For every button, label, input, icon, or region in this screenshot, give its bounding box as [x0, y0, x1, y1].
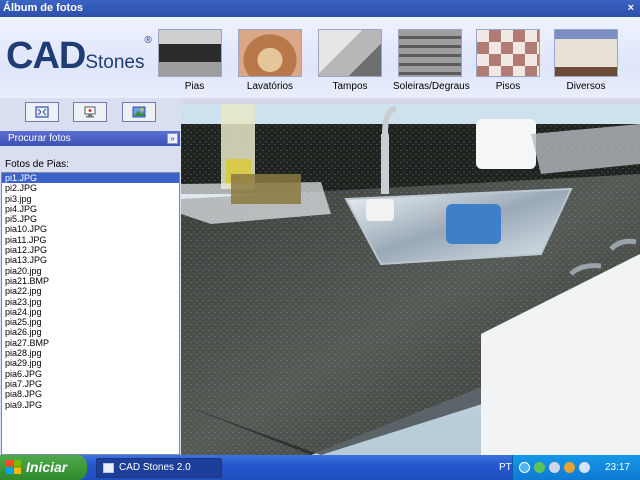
floor-thumbnail — [476, 29, 540, 77]
sink-photo — [181, 104, 640, 455]
search-photos-label: Procurar fotos — [8, 133, 71, 144]
file-list-item[interactable]: pia22.jpg — [2, 286, 179, 296]
clock: 23:17 — [604, 462, 630, 473]
file-list-item[interactable]: pia29.jpg — [2, 358, 179, 368]
file-list-item[interactable]: pia23.jpg — [2, 297, 179, 307]
category-pias[interactable]: Pias — [157, 29, 223, 92]
file-list-item[interactable]: pi4.JPG — [2, 204, 179, 214]
taskbar-item-cadstones[interactable]: CAD Stones 2.0 — [96, 458, 222, 478]
misc-thumbnail — [554, 29, 618, 77]
file-list-item[interactable]: pia28.jpg — [2, 348, 179, 358]
file-list-title: Fotos de Pias: — [5, 159, 69, 170]
app-window-icon — [103, 463, 114, 473]
save-image-icon — [132, 106, 146, 118]
language-indicator[interactable]: PT — [499, 455, 512, 480]
file-list-item[interactable]: pia8.JPG — [2, 389, 179, 399]
file-list-item[interactable]: pia20.jpg — [2, 266, 179, 276]
file-list-item[interactable]: pia25.jpg — [2, 317, 179, 327]
category-lavatorios[interactable]: Lavatórios — [237, 29, 303, 92]
photo-preview — [181, 104, 640, 455]
start-button[interactable]: Iniciar — [0, 455, 87, 480]
monitor-button[interactable] — [73, 102, 107, 122]
update-icon[interactable] — [564, 462, 575, 473]
system-tray: PT 23:17 — [499, 455, 640, 480]
cadstones-logo: CADStones ® — [6, 35, 152, 77]
file-list-item[interactable]: pia13.JPG — [2, 255, 179, 265]
category-soleiras[interactable]: Soleiras/Degraus — [393, 29, 470, 92]
file-list-item[interactable]: pia11.JPG — [2, 235, 179, 245]
category-label: Soleiras/Degraus — [393, 81, 470, 92]
close-icon[interactable]: × — [628, 0, 634, 17]
network-icon[interactable] — [519, 462, 530, 473]
connection-icon[interactable] — [549, 462, 560, 473]
file-list[interactable]: pi1.JPG pi2.JPG pi3.jpg pi4.JPG pi5.JPG pia10… — [1, 172, 180, 455]
file-list-item[interactable]: pia12.JPG — [2, 245, 179, 255]
category-label: Tampos — [332, 81, 368, 92]
file-list-item[interactable]: pia9.JPG — [2, 400, 179, 410]
save-image-button[interactable] — [122, 102, 156, 122]
left-panel: Procurar fotos » Fotos de Pias: pi1.JPG p… — [0, 98, 181, 455]
file-list-item[interactable]: pia26.jpg — [2, 327, 179, 337]
security-icon[interactable] — [534, 462, 545, 473]
category-diversos[interactable]: Diversos — [553, 29, 619, 92]
logo-main: CAD — [6, 35, 86, 77]
category-label: Pisos — [495, 81, 521, 92]
logo-registered: ® — [144, 35, 152, 46]
file-list-item[interactable]: pi2.JPG — [2, 183, 179, 193]
volume-icon[interactable] — [579, 462, 590, 473]
windows-logo-icon — [6, 460, 21, 474]
taskbar: Iniciar CAD Stones 2.0 PT 23:17 — [0, 455, 640, 480]
file-list-item[interactable]: pia24.jpg — [2, 307, 179, 317]
file-list-item[interactable]: pia6.JPG — [2, 369, 179, 379]
washbasin-thumbnail — [238, 29, 302, 77]
category-label: Pias — [184, 81, 205, 92]
category-label: Diversos — [566, 81, 606, 92]
category-bar: Pias Lavatórios Tampos Soleiras/Degraus … — [157, 29, 640, 99]
category-pisos[interactable]: Pisos — [475, 29, 541, 92]
fit-image-icon — [35, 106, 49, 118]
chevron-down-icon[interactable]: » — [167, 133, 178, 144]
sink-thumbnail — [158, 29, 222, 77]
fit-image-button[interactable] — [25, 102, 59, 122]
file-list-item[interactable]: pi1.JPG — [2, 173, 179, 184]
category-tampos[interactable]: Tampos — [317, 29, 383, 92]
stairs-thumbnail — [398, 29, 462, 77]
window-title: Álbum de fotos — [3, 2, 84, 14]
file-list-item[interactable]: pia27.BMP — [2, 338, 179, 348]
file-list-item[interactable]: pi5.JPG — [2, 214, 179, 224]
file-list-item[interactable]: pia21.BMP — [2, 276, 179, 286]
app-header: CADStones ® Pias Lavatórios Tampos Soleir… — [0, 17, 640, 98]
file-list-item[interactable]: pia7.JPG — [2, 379, 179, 389]
start-label: Iniciar — [26, 459, 68, 475]
category-label: Lavatórios — [246, 81, 294, 92]
window-titlebar: Álbum de fotos × — [0, 0, 640, 17]
countertop-thumbnail — [318, 29, 382, 77]
taskbar-item-label: CAD Stones 2.0 — [119, 462, 191, 473]
file-list-item[interactable]: pi3.jpg — [2, 194, 179, 204]
monitor-icon — [84, 106, 96, 118]
file-list-item[interactable]: pia10.JPG — [2, 224, 179, 234]
search-photos-bar[interactable]: Procurar fotos » — [0, 131, 180, 146]
logo-sub: Stones — [85, 52, 145, 73]
